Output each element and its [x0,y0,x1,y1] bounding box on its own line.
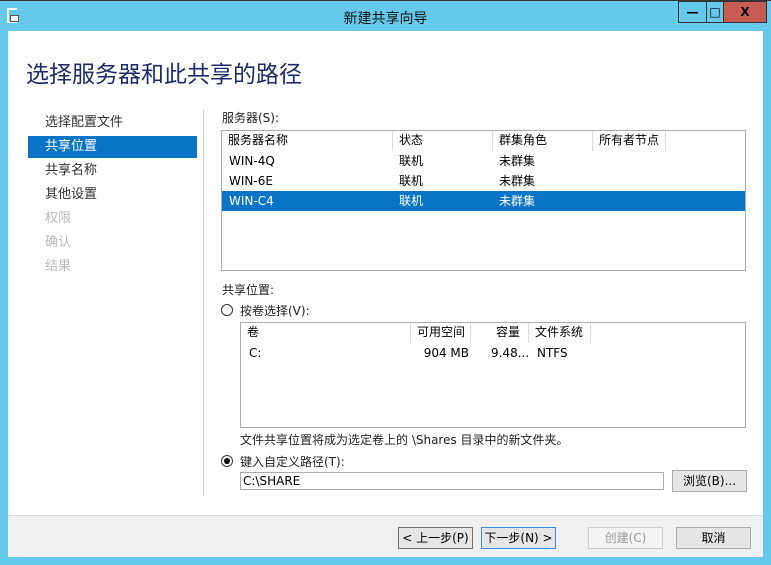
volume-free-space: 904 MB [423,346,469,360]
column-header-cluster-role[interactable]: 群集角色 [493,131,593,151]
by-volume-radio[interactable] [221,304,233,316]
column-header-file-system[interactable]: 文件系统 [529,323,591,343]
servers-label: 服务器(S): [222,111,280,125]
servers-table[interactable]: 服务器名称 状态 群集角色 所有者节点 WIN-4Q 联机 未群集 WIN-6E… [221,130,746,271]
previous-button[interactable]: < 上一步(P) [398,527,473,549]
maximize-button[interactable]: □ [706,1,724,23]
column-header-owner-node[interactable]: 所有者节点 [593,131,666,151]
cancel-button[interactable]: 取消 [676,527,751,549]
server-status: 联机 [399,194,424,208]
nav-item-confirm: 确认 [45,235,72,250]
column-header-volume[interactable]: 卷 [241,323,411,343]
server-name: WIN-6E [229,174,273,188]
browse-button[interactable]: 浏览(B)... [672,470,747,492]
custom-path-label[interactable]: 键入自定义路径(T): [240,453,345,470]
server-cluster-role: 未群集 [499,154,536,168]
column-header-capacity[interactable]: 容量 [471,323,529,343]
server-cluster-role: 未群集 [499,174,536,188]
nav-item-share-location[interactable]: 共享位置 [28,136,197,158]
column-header-status[interactable]: 状态 [393,131,493,151]
minimize-button[interactable]: — [678,1,707,23]
server-name: WIN-C4 [229,194,274,208]
table-row-selected[interactable]: WIN-C4 联机 未群集 [222,191,745,211]
close-button[interactable]: X [723,1,767,23]
volume-capacity: 9.48... [491,346,530,360]
by-volume-label[interactable]: 按卷选择(V): [240,302,310,319]
server-name: WIN-4Q [229,154,275,168]
next-button[interactable]: 下一步(N) > [481,527,556,549]
table-row[interactable]: WIN-4Q 联机 未群集 [222,151,745,171]
column-header-free-space[interactable]: 可用空间 [411,323,471,343]
minimize-icon: — [686,5,699,19]
create-button: 创建(C) [588,527,663,549]
server-status: 联机 [399,154,424,168]
nav-item-results: 结果 [45,259,72,274]
server-status: 联机 [399,174,424,188]
close-icon: X [740,5,750,19]
share-location-note: 文件共享位置将成为选定卷上的 \Shares 目录中的新文件夹。 [240,433,569,447]
share-location-label: 共享位置: [222,283,275,297]
custom-path-radio[interactable] [221,455,233,467]
nav-item-share-name[interactable]: 共享名称 [28,160,197,182]
volume-name: C: [249,346,262,360]
column-header-server-name[interactable]: 服务器名称 [222,131,393,151]
table-row[interactable]: C: 904 MB 9.48... NTFS [241,343,745,363]
table-row[interactable]: WIN-6E 联机 未群集 [222,171,745,191]
page-title: 选择服务器和此共享的路径 [26,62,302,88]
custom-path-input[interactable] [240,472,664,490]
divider [203,110,204,496]
volumes-table[interactable]: 卷 可用空间 容量 文件系统 C: 904 MB 9.48... NTFS [240,322,746,428]
nav-item-other-settings[interactable]: 其他设置 [28,184,197,206]
maximize-icon: □ [709,5,721,19]
title-bar: 新建共享向导 — □ X [0,0,771,31]
window-title: 新建共享向导 [343,11,428,27]
nav-item-select-profile[interactable]: 选择配置文件 [28,112,197,134]
server-cluster-role: 未群集 [499,194,536,208]
volume-file-system: NTFS [537,346,568,360]
nav-item-permissions: 权限 [45,211,72,226]
